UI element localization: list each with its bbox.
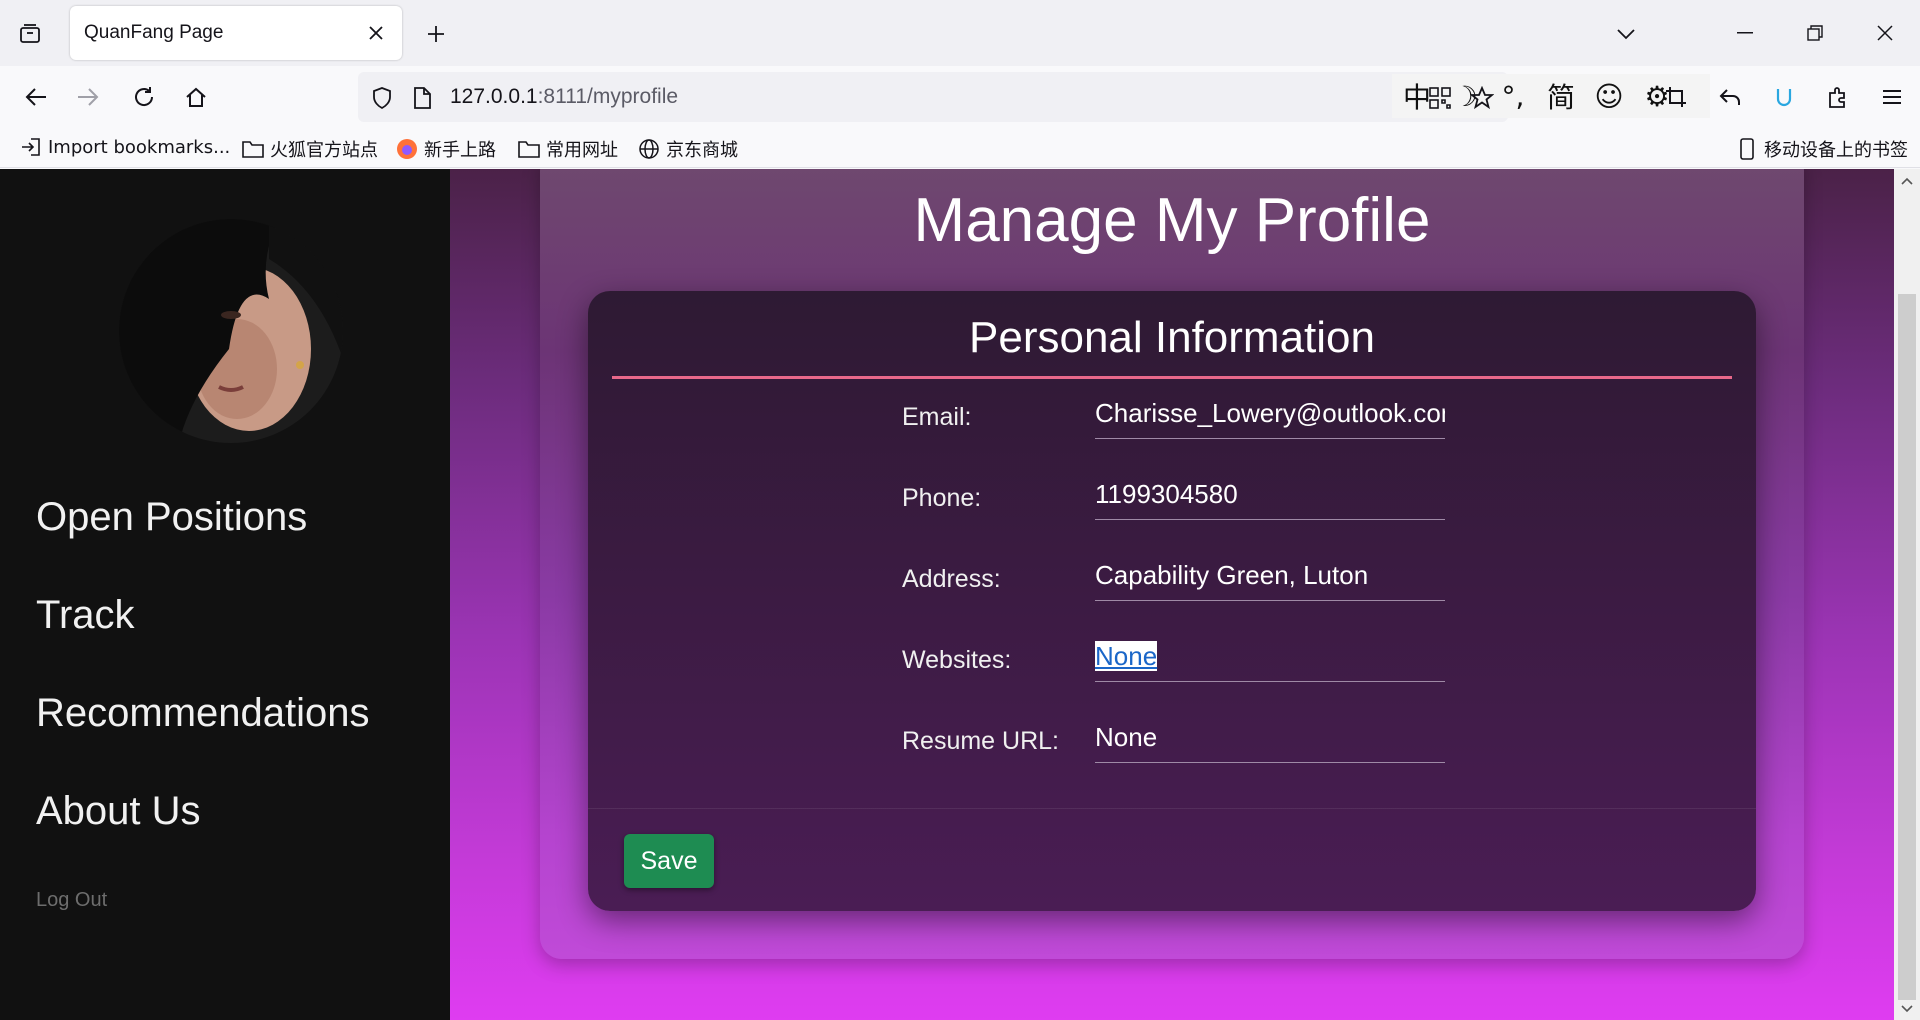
section-title: Personal Information — [969, 313, 1375, 362]
bookmark-label: Import bookmarks... — [48, 136, 231, 158]
toolbar-right — [1658, 79, 1910, 115]
nav-open-positions[interactable]: Open Positions — [36, 495, 307, 540]
restore-icon[interactable] — [1780, 0, 1850, 66]
bookmark-label: 常用网址 — [546, 140, 618, 161]
close-icon[interactable] — [364, 21, 388, 45]
minimize-icon[interactable] — [1710, 0, 1780, 66]
url-path: :8111/myprofile — [537, 85, 679, 108]
bookmark-label: 京东商城 — [666, 140, 738, 161]
scrollbar-thumb[interactable] — [1898, 294, 1916, 1000]
email-field[interactable]: Charisse_Lowery@outlook.con — [1095, 395, 1445, 439]
reload-icon[interactable] — [126, 79, 162, 115]
page-icon[interactable] — [408, 84, 436, 112]
menu-icon[interactable] — [1874, 79, 1910, 115]
bookmark-jd[interactable]: 京东商城 — [638, 136, 738, 162]
phone-field[interactable]: 1199304580 — [1095, 476, 1445, 520]
avatar — [119, 219, 343, 443]
url-text[interactable]: 127.0.0.1:8111/myprofile — [450, 85, 678, 109]
address-field[interactable]: Capability Green, Luton — [1095, 557, 1445, 601]
logout-link[interactable]: Log Out — [36, 889, 107, 912]
page-viewport: Open Positions Track Recommendations Abo… — [0, 169, 1920, 1020]
ime-punct-icon[interactable]: °, — [1494, 80, 1532, 113]
bookmark-import[interactable]: Import bookmarks... — [20, 136, 230, 158]
section-divider — [612, 376, 1732, 379]
tab-list-icon[interactable] — [14, 18, 46, 50]
close-window-icon[interactable] — [1850, 0, 1920, 66]
page-title: Manage My Profile — [913, 186, 1431, 255]
bookmark-label: 火狐官方站点 — [270, 140, 378, 161]
bookmark-firefox-site[interactable]: 火狐官方站点 — [242, 136, 378, 162]
save-button[interactable]: Save — [624, 834, 714, 888]
bookmarks-bar: Import bookmarks... 火狐官方站点 新手上路 常用网址 京东商… — [0, 128, 1920, 168]
firefox-icon — [396, 138, 418, 160]
screenshot-crop-icon[interactable] — [1658, 79, 1694, 115]
resume-url-label: Resume URL: — [902, 727, 1059, 755]
nav-about-us[interactable]: About Us — [36, 789, 201, 834]
ime-simplified-icon[interactable]: 简 — [1542, 76, 1580, 116]
shield-icon[interactable] — [368, 84, 396, 112]
websites-field[interactable]: None — [1095, 638, 1445, 682]
mobile-device-icon — [1736, 138, 1758, 160]
address-label: Address: — [902, 565, 1001, 593]
url-host: 127.0.0.1 — [450, 85, 538, 108]
nav-track[interactable]: Track — [36, 593, 135, 638]
personal-info-card: Personal Information Email: Charisse_Low… — [588, 291, 1756, 911]
phone-label: Phone: — [902, 484, 982, 512]
window-controls — [1710, 0, 1920, 66]
extensions-puzzle-icon[interactable] — [1820, 79, 1856, 115]
page-scrollbar[interactable] — [1894, 169, 1920, 1020]
folder-icon — [242, 138, 264, 160]
bookmark-getting-started[interactable]: 新手上路 — [396, 136, 496, 162]
email-label: Email: — [902, 403, 972, 431]
bookmark-label: 新手上路 — [424, 140, 496, 161]
extension-u-icon[interactable] — [1766, 79, 1802, 115]
nav-recommendations[interactable]: Recommendations — [36, 691, 370, 736]
qr-code-icon[interactable] — [1426, 84, 1454, 112]
chevron-down-icon[interactable] — [1608, 16, 1644, 52]
back-icon[interactable] — [18, 79, 54, 115]
mobile-bookmarks[interactable]: 移动设备上的书签 — [1736, 136, 1908, 162]
resume-url-field[interactable]: None — [1095, 719, 1445, 763]
new-tab-icon[interactable] — [420, 18, 452, 50]
browser-tab[interactable]: QuanFang Page — [70, 6, 402, 60]
home-icon[interactable] — [178, 79, 214, 115]
scroll-down-icon[interactable] — [1894, 999, 1920, 1019]
undo-icon[interactable] — [1712, 79, 1748, 115]
nav-toolbar: 127.0.0.1:8111/myprofile 中 ☽ °, 简 ☺ ⚙ — [0, 66, 1920, 128]
bookmark-label: 移动设备上的书签 — [1764, 140, 1908, 161]
sidebar: Open Positions Track Recommendations Abo… — [0, 169, 450, 1020]
tab-bar: QuanFang Page — [0, 0, 1920, 66]
scroll-up-icon[interactable] — [1894, 171, 1920, 191]
import-icon — [20, 136, 42, 158]
folder-icon — [518, 138, 540, 160]
tab-title: QuanFang Page — [84, 22, 224, 43]
globe-icon — [638, 138, 660, 160]
bookmark-star-icon[interactable] — [1468, 84, 1496, 112]
forward-icon[interactable] — [70, 79, 106, 115]
ime-emoji-icon[interactable]: ☺ — [1590, 80, 1628, 113]
bookmark-common-sites[interactable]: 常用网址 — [518, 136, 618, 162]
url-bar[interactable]: 127.0.0.1:8111/myprofile 中 ☽ °, 简 ☺ ⚙ — [358, 72, 1710, 122]
websites-label: Websites: — [902, 646, 1012, 674]
card-footer-divider — [588, 808, 1756, 809]
websites-value-selected: None — [1095, 641, 1158, 671]
